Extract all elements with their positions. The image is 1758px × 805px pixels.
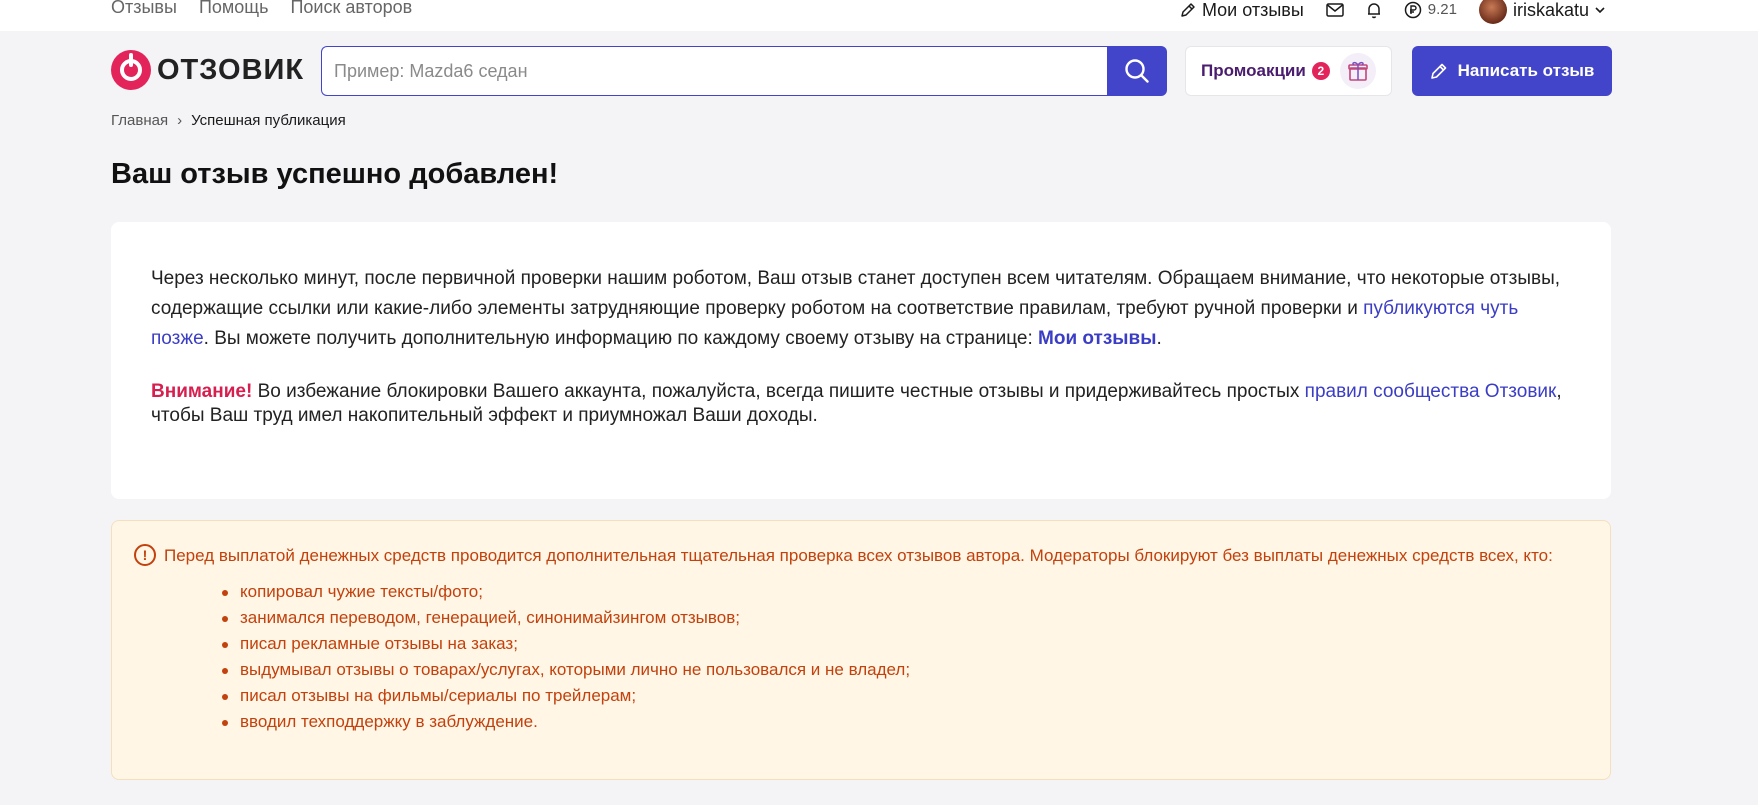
attention-label: Внимание!	[151, 381, 253, 402]
info-text-c: .	[1156, 328, 1162, 349]
list-item: копировал чужие тексты/фото;	[222, 579, 1580, 605]
warning-text-a: Во избежание блокировки Вашего аккаунта,…	[252, 381, 1305, 402]
site-logo[interactable]: ОТЗОВИК	[111, 50, 304, 90]
logo-text: ОТЗОВИК	[157, 53, 305, 86]
breadcrumb-current: Успешная публикация	[191, 112, 346, 129]
write-review-button[interactable]: Написать отзыв	[1412, 46, 1612, 96]
search-button[interactable]	[1107, 46, 1167, 96]
list-item: занимался переводом, генерацией, синоним…	[222, 605, 1580, 631]
list-item: выдумывал отзывы о товарах/услугах, кото…	[222, 657, 1580, 683]
breadcrumb: Главная › Успешная публикация	[111, 112, 346, 129]
avatar	[1478, 0, 1507, 24]
list-item: вводил техподдержку в заблуждение.	[222, 709, 1580, 735]
top-nav: Отзывы Помощь Поиск авторов	[111, 0, 412, 18]
breadcrumb-home-link[interactable]: Главная	[111, 112, 168, 129]
pencil-icon	[1181, 3, 1195, 17]
topnav-help-link[interactable]: Помощь	[199, 0, 269, 18]
warning-paragraph: Внимание! Во избежание блокировки Вашего…	[151, 380, 1571, 428]
my-reviews-label: Мои отзывы	[1201, 0, 1304, 20]
search-input[interactable]	[321, 46, 1107, 96]
pencil-icon	[1430, 63, 1446, 79]
messages-button[interactable]	[1326, 3, 1344, 17]
promo-count-badge: 2	[1311, 62, 1330, 80]
promo-button[interactable]: Промоакции 2	[1185, 46, 1392, 96]
ruble-coin-icon	[1404, 1, 1422, 19]
violations-list: копировал чужие тексты/фото; занимался п…	[134, 579, 1580, 735]
bell-icon	[1367, 3, 1380, 19]
success-message-card: Через несколько минут, после первичной п…	[111, 222, 1611, 499]
write-review-label: Написать отзыв	[1457, 61, 1595, 80]
topnav-reviews-link[interactable]: Отзывы	[111, 0, 177, 18]
payout-warning-notice: ! Перед выплатой денежных средств провод…	[111, 520, 1611, 780]
list-item: писал рекламные отзывы на заказ;	[222, 631, 1580, 657]
list-item: писал отзывы на фильмы/сериалы по трейле…	[222, 683, 1580, 709]
search-bar	[321, 46, 1167, 96]
gift-icon	[1339, 53, 1376, 89]
info-text-a: Через несколько минут, после первичной п…	[151, 268, 1561, 319]
chevron-down-icon	[1595, 7, 1605, 14]
exclamation-icon: !	[134, 544, 156, 566]
top-bar: Отзывы Помощь Поиск авторов Мои отзывы 9…	[0, 0, 1758, 31]
my-reviews-page-link[interactable]: Мои отзывы	[1038, 328, 1156, 349]
info-text-b: . Вы можете получить дополнительную инфо…	[203, 328, 1039, 349]
my-reviews-link[interactable]: Мои отзывы	[1180, 0, 1304, 21]
search-icon	[1125, 59, 1149, 83]
promo-label: Промоакции	[1201, 61, 1306, 80]
notice-header: ! Перед выплатой денежных средств провод…	[134, 543, 1580, 569]
topnav-authors-search-link[interactable]: Поиск авторов	[290, 0, 412, 18]
page-title: Ваш отзыв успешно добавлен!	[111, 158, 559, 190]
notifications-button[interactable]	[1366, 1, 1382, 19]
site-header: ОТЗОВИК Промоакции 2 Написать отзыв	[111, 46, 1612, 96]
logo-icon	[111, 50, 151, 90]
user-menu[interactable]: iriskakatu	[1478, 0, 1605, 24]
notice-text: Перед выплатой денежных средств проводит…	[164, 546, 1553, 565]
info-paragraph: Через несколько минут, после первичной п…	[151, 264, 1571, 354]
breadcrumb-separator: ›	[177, 112, 183, 129]
balance-value: 9.21	[1427, 1, 1457, 18]
balance-link[interactable]: 9.21	[1404, 0, 1457, 21]
mail-icon	[1326, 3, 1344, 17]
username: iriskakatu	[1512, 0, 1589, 20]
top-user-panel: Мои отзывы 9.21 iriskakatu	[1180, 0, 1605, 24]
community-rules-link[interactable]: правил сообщества Отзовик	[1305, 381, 1557, 402]
